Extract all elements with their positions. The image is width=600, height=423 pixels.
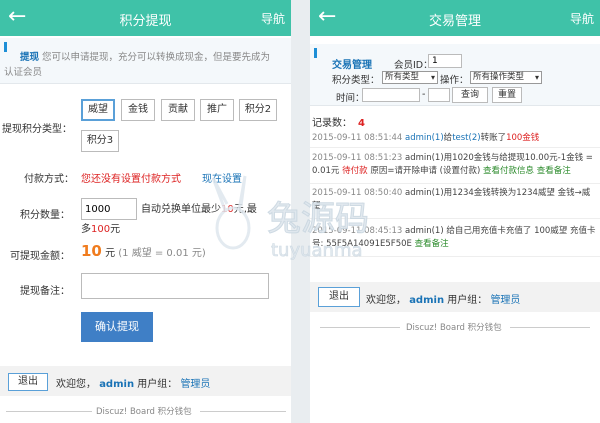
username[interactable]: admin [409, 295, 444, 306]
filter-title: 交易管理 [332, 60, 372, 71]
op-label: 操作： [440, 75, 469, 86]
confirm-withdraw-button[interactable]: 确认提现 [81, 312, 153, 342]
divider-left [6, 411, 92, 412]
records-count: 记录数： 4 [312, 118, 365, 129]
remark-input[interactable] [81, 273, 269, 299]
page-title: 交易管理 [428, 14, 481, 29]
type-select[interactable]: 所有类型 [382, 71, 438, 84]
notice-title: 提现 [20, 52, 40, 63]
notice-text: 您可以申请提现，充分可以转换成现金，但是要先成为 [42, 52, 271, 63]
nav-button[interactable]: 导航 [261, 10, 285, 27]
cash-label: 可提现金额： [10, 251, 70, 262]
amount-min: 10 [221, 204, 234, 215]
time-label: 时间： [336, 93, 365, 104]
welcome-text: 欢迎您， [56, 379, 96, 390]
type-option-jifen3[interactable]: 积分3 [81, 130, 119, 152]
query-button[interactable]: 查询 [452, 87, 488, 103]
payment-set-link[interactable]: 现在设置 [202, 170, 242, 185]
flag-icon [4, 42, 7, 52]
logout-button[interactable]: 退出 [8, 373, 48, 391]
time-to-input[interactable] [428, 88, 450, 102]
record-row: 2015-09-11 08:51:44 admin(1)给test(2)转账了1… [310, 130, 600, 148]
amount-hint-c: 多 [81, 224, 91, 235]
type-label: 提现积分类型： [2, 124, 72, 135]
type-option-jinqian[interactable]: 金钱 [121, 99, 155, 121]
type-option-jifen2[interactable]: 积分2 [239, 99, 277, 121]
reset-button[interactable]: 重置 [492, 87, 522, 103]
page-title: 积分提现 [119, 14, 172, 29]
payment-label: 付款方式： [24, 174, 74, 185]
top-bar: ← 积分提现 导航 [0, 0, 291, 36]
footer-bar: 退出 欢迎您， admin 用户组： 管理员 [310, 282, 600, 312]
welcome-text: 欢迎您， [366, 295, 406, 306]
record-row: 2015-09-11 08:45:13 admin(1) 给自己用充值卡充值了 … [310, 225, 600, 257]
group-label: 用户组： [447, 295, 488, 306]
cash-rate: (1 威望 = 0.01 元) [118, 248, 206, 259]
logout-button[interactable]: 退出 [318, 287, 360, 307]
withdraw-screen: ← 积分提现 导航 提现 您可以申请提现，充分可以转换成现金，但是要先成为 认证… [0, 0, 291, 423]
member-label: 会员ID： [394, 60, 433, 71]
cash-value: 10 [81, 242, 102, 260]
amount-hint-d: 元 [110, 224, 121, 235]
divider-left [320, 327, 400, 328]
op-select[interactable]: 所有操作类型 [470, 71, 542, 84]
amount-hint-a: 自动兑换单位最少 [141, 204, 221, 215]
cash-unit: 元 [105, 248, 116, 259]
type-option-weiwang[interactable]: 威望 [81, 99, 115, 121]
divider-right [510, 327, 590, 328]
time-from-input[interactable] [362, 88, 420, 102]
copyright: Discuz! Board 积分钱包 [406, 323, 502, 333]
flag-icon [314, 48, 317, 58]
type-option-tuiguang[interactable]: 推广 [200, 99, 234, 121]
amount-max: 100 [91, 224, 111, 235]
type-option-gongxian[interactable]: 贡献 [161, 99, 195, 121]
amount-hint-b: 元,最 [233, 204, 257, 215]
user-group[interactable]: 管理员 [180, 379, 210, 390]
divider-right [200, 411, 286, 412]
record-row: 2015-09-11 08:50:40 admin(1)用1234金钱转换为12… [310, 187, 600, 219]
notice-text-2: 认证会员 [4, 67, 43, 78]
filter-box: 交易管理 会员ID： 积分类型： 所有类型 操作： 所有操作类型 时间： - 查… [310, 44, 600, 106]
user-group[interactable]: 管理员 [490, 295, 520, 306]
footer-bar: 退出 欢迎您， admin 用户组： 管理员 [0, 366, 291, 396]
member-id-input[interactable] [428, 54, 462, 68]
record-row: 2015-09-11 08:51:23 admin(1)用1020金钱与给提现1… [310, 152, 600, 184]
group-label: 用户组： [137, 379, 178, 390]
remark-label: 提现备注： [20, 286, 70, 297]
payment-text: 您还没有设置付款方式 [81, 174, 181, 185]
copyright: Discuz! Board 积分钱包 [96, 407, 192, 417]
amount-label: 积分数量： [20, 210, 70, 221]
notice-box: 提现 您可以申请提现，充分可以转换成现金，但是要先成为 认证会员 [0, 38, 291, 84]
time-separator: - [422, 89, 426, 100]
top-bar: ← 交易管理 导航 [310, 0, 600, 36]
username[interactable]: admin [99, 379, 134, 390]
type-label: 积分类型： [332, 75, 380, 86]
amount-input[interactable] [81, 198, 137, 220]
nav-button[interactable]: 导航 [570, 10, 594, 27]
transaction-screen: ← 交易管理 导航 交易管理 会员ID： 积分类型： 所有类型 操作： 所有操作… [310, 0, 600, 423]
